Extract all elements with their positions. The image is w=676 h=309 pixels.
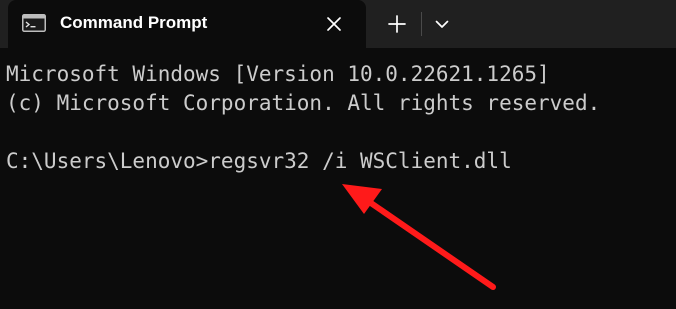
console-line-command: C:\Users\Lenovo>regsvr32 /i WSClient.dll bbox=[6, 149, 512, 173]
command-prompt-window: Command Prompt Microsoft Windows [Versio… bbox=[0, 0, 676, 309]
tab-title: Command Prompt bbox=[60, 13, 208, 32]
terminal-icon bbox=[22, 14, 46, 32]
plus-icon[interactable] bbox=[386, 13, 408, 35]
close-icon[interactable] bbox=[324, 14, 344, 34]
title-bar: Command Prompt bbox=[0, 0, 676, 48]
titlebar-divider bbox=[421, 12, 422, 36]
console-line-version: Microsoft Windows [Version 10.0.22621.12… bbox=[6, 62, 550, 86]
console-line-copyright: (c) Microsoft Corporation. All rights re… bbox=[6, 91, 601, 115]
tab-command-prompt[interactable]: Command Prompt bbox=[8, 0, 366, 48]
console-output[interactable]: Microsoft Windows [Version 10.0.22621.12… bbox=[0, 48, 676, 309]
chevron-down-icon[interactable] bbox=[433, 15, 451, 33]
